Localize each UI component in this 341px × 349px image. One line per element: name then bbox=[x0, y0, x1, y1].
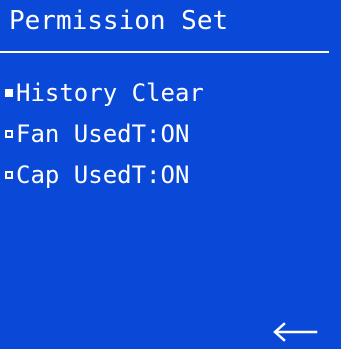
permission-set-screen: Permission Set History Clear Fan UsedT:O… bbox=[0, 0, 341, 349]
menu-item-cap-usedt[interactable]: Cap UsedT:ON bbox=[5, 154, 204, 195]
page-title: Permission Set bbox=[9, 6, 229, 36]
menu-item-history-clear[interactable]: History Clear bbox=[5, 72, 204, 113]
permission-menu: History Clear Fan UsedT:ON Cap UsedT:ON bbox=[5, 72, 204, 195]
menu-item-label: History Clear bbox=[16, 78, 204, 107]
menu-item-label: Fan UsedT:ON bbox=[16, 119, 190, 148]
back-arrow-icon[interactable] bbox=[270, 322, 320, 342]
unselected-bullet-icon bbox=[5, 170, 13, 179]
menu-item-label: Cap UsedT:ON bbox=[16, 160, 190, 189]
unselected-bullet-icon bbox=[5, 129, 13, 138]
selected-bullet-icon bbox=[5, 88, 13, 97]
title-divider bbox=[0, 51, 329, 53]
menu-item-fan-usedt[interactable]: Fan UsedT:ON bbox=[5, 113, 204, 154]
